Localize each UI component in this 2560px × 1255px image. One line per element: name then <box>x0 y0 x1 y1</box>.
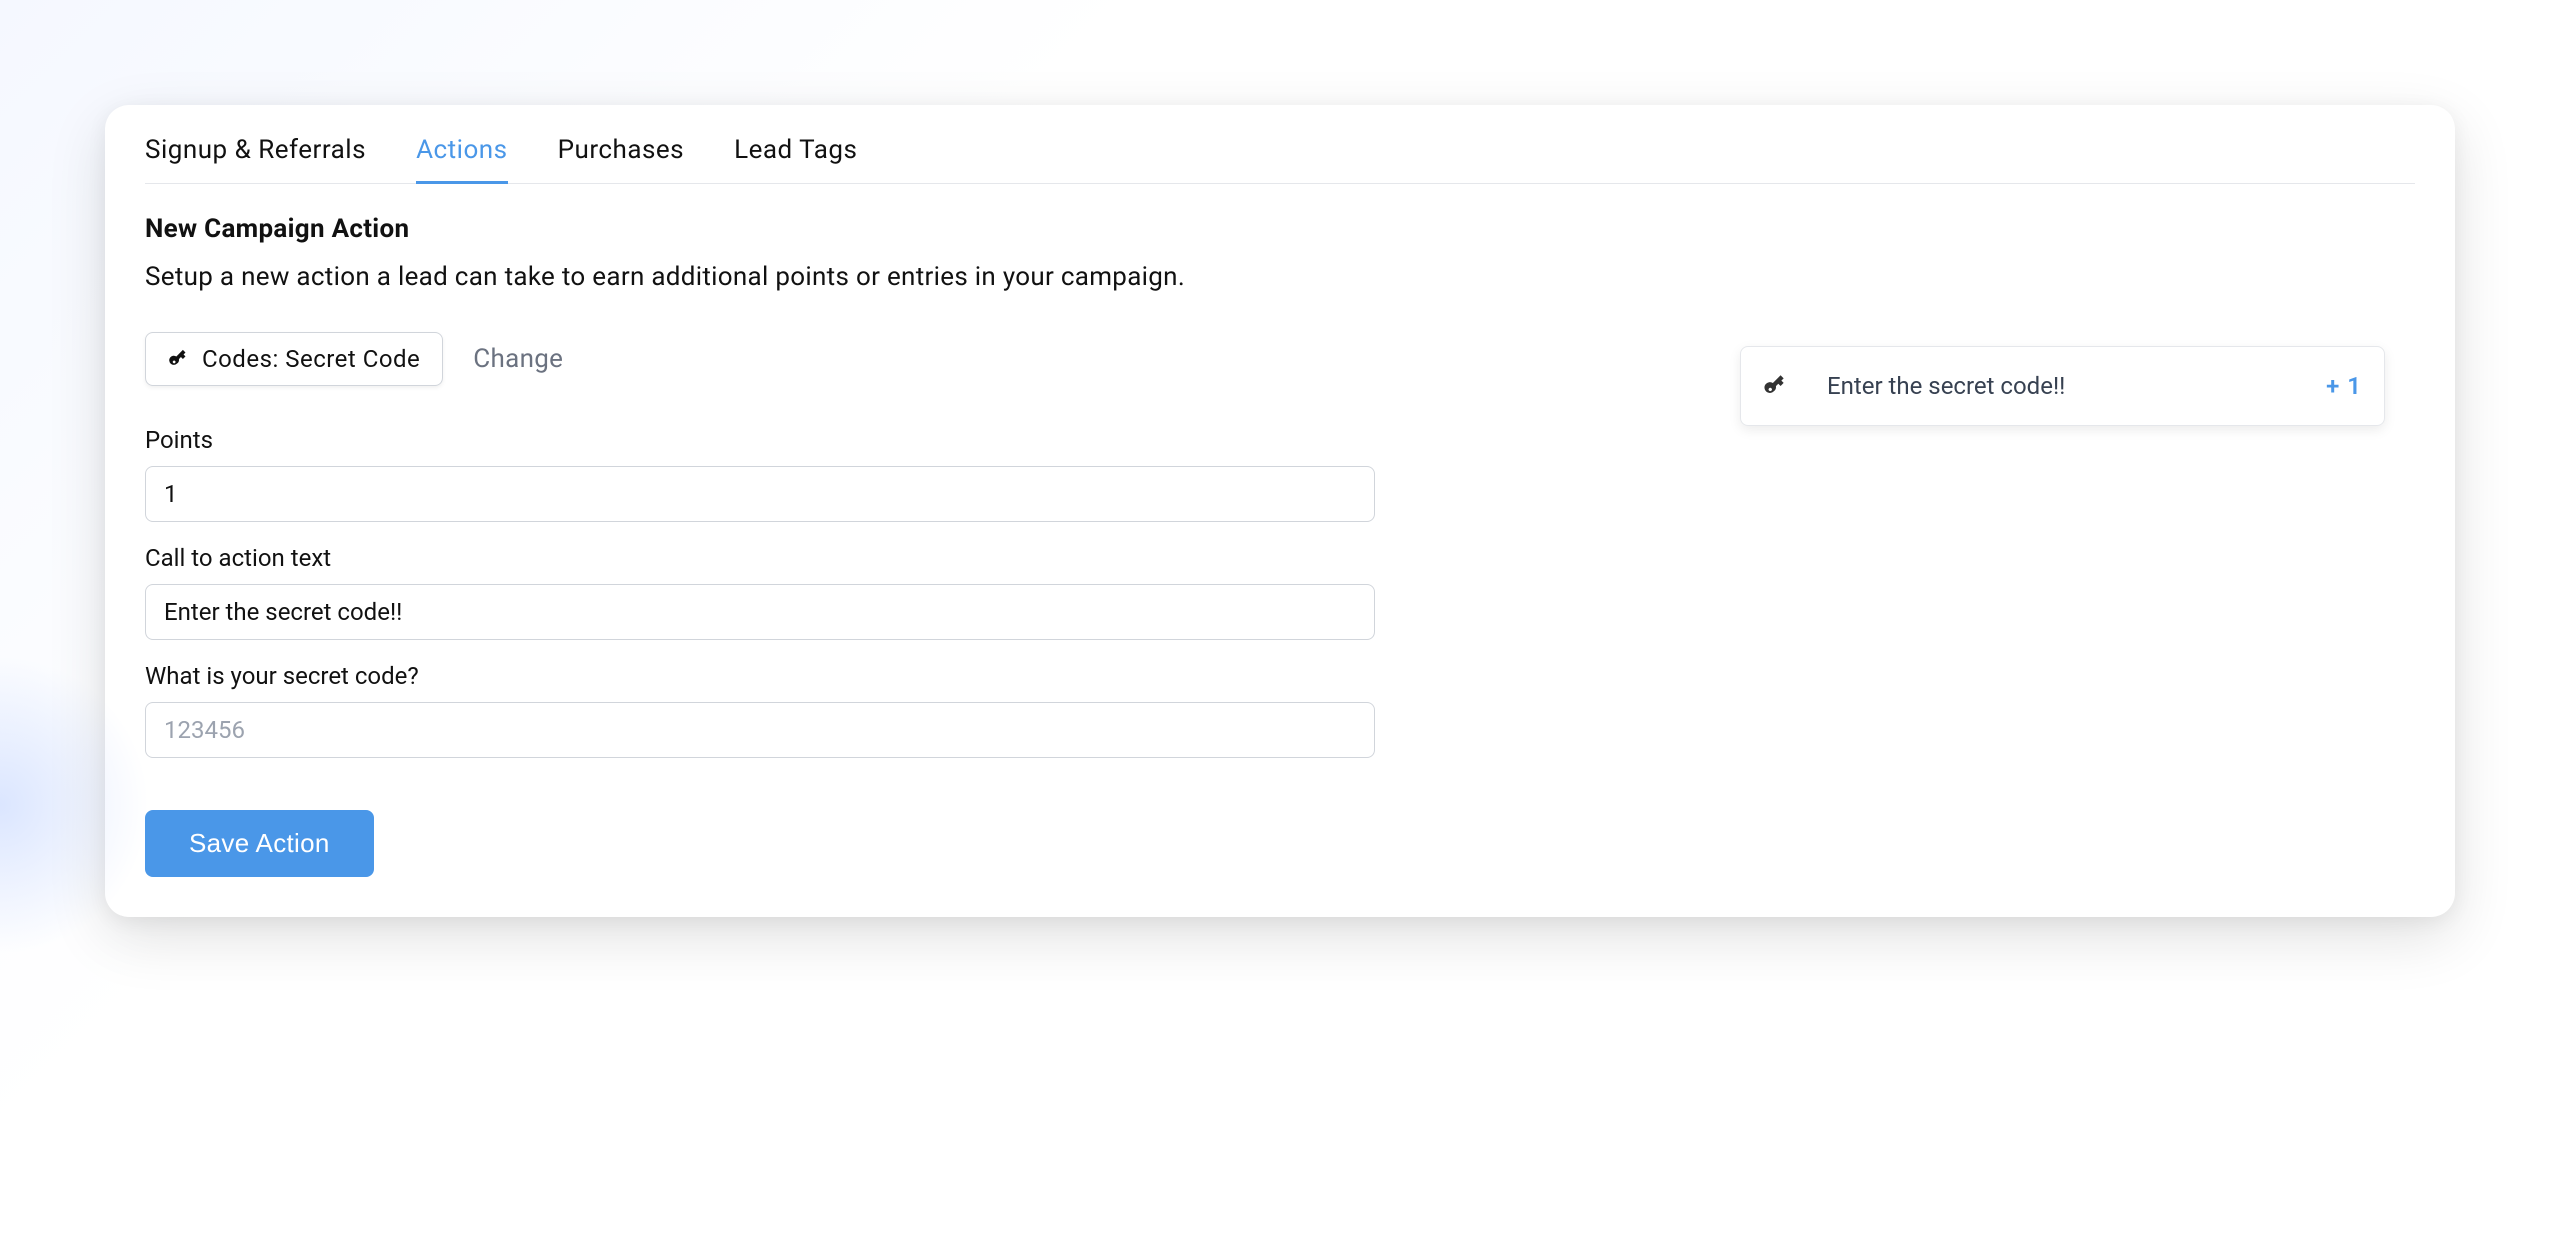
cta-field-group: Call to action text <box>145 544 1375 640</box>
points-field-group: Points <box>145 426 1375 522</box>
action-type-label: Codes: Secret Code <box>202 345 420 373</box>
key-icon <box>168 348 190 370</box>
preview-points-badge: + 1 <box>2326 372 2362 400</box>
cta-label: Call to action text <box>145 544 1375 572</box>
secret-input[interactable] <box>145 702 1375 758</box>
tab-purchases[interactable]: Purchases <box>558 135 685 183</box>
change-action-type-link[interactable]: Change <box>473 344 563 374</box>
points-label: Points <box>145 426 1375 454</box>
tabs-nav: Signup & Referrals Actions Purchases Lea… <box>145 135 2415 184</box>
section-description: Setup a new action a lead can take to ea… <box>145 262 2415 292</box>
tab-signup-referrals[interactable]: Signup & Referrals <box>145 135 366 183</box>
secret-label: What is your secret code? <box>145 662 1375 690</box>
section-title: New Campaign Action <box>145 214 2415 244</box>
key-icon <box>1763 373 1789 399</box>
campaign-action-card: Signup & Referrals Actions Purchases Lea… <box>105 105 2455 917</box>
tab-actions[interactable]: Actions <box>416 135 508 183</box>
form-column: Points Call to action text What is your … <box>145 426 1375 877</box>
secret-field-group: What is your secret code? <box>145 662 1375 758</box>
points-input[interactable] <box>145 466 1375 522</box>
save-action-button[interactable]: Save Action <box>145 810 374 877</box>
cta-input[interactable] <box>145 584 1375 640</box>
action-type-chip[interactable]: Codes: Secret Code <box>145 332 443 386</box>
content-row: Points Call to action text What is your … <box>145 426 2415 877</box>
tab-lead-tags[interactable]: Lead Tags <box>734 135 857 183</box>
preview-cta-text: Enter the secret code!! <box>1827 372 2288 400</box>
preview-card: Enter the secret code!! + 1 <box>1740 346 2385 426</box>
